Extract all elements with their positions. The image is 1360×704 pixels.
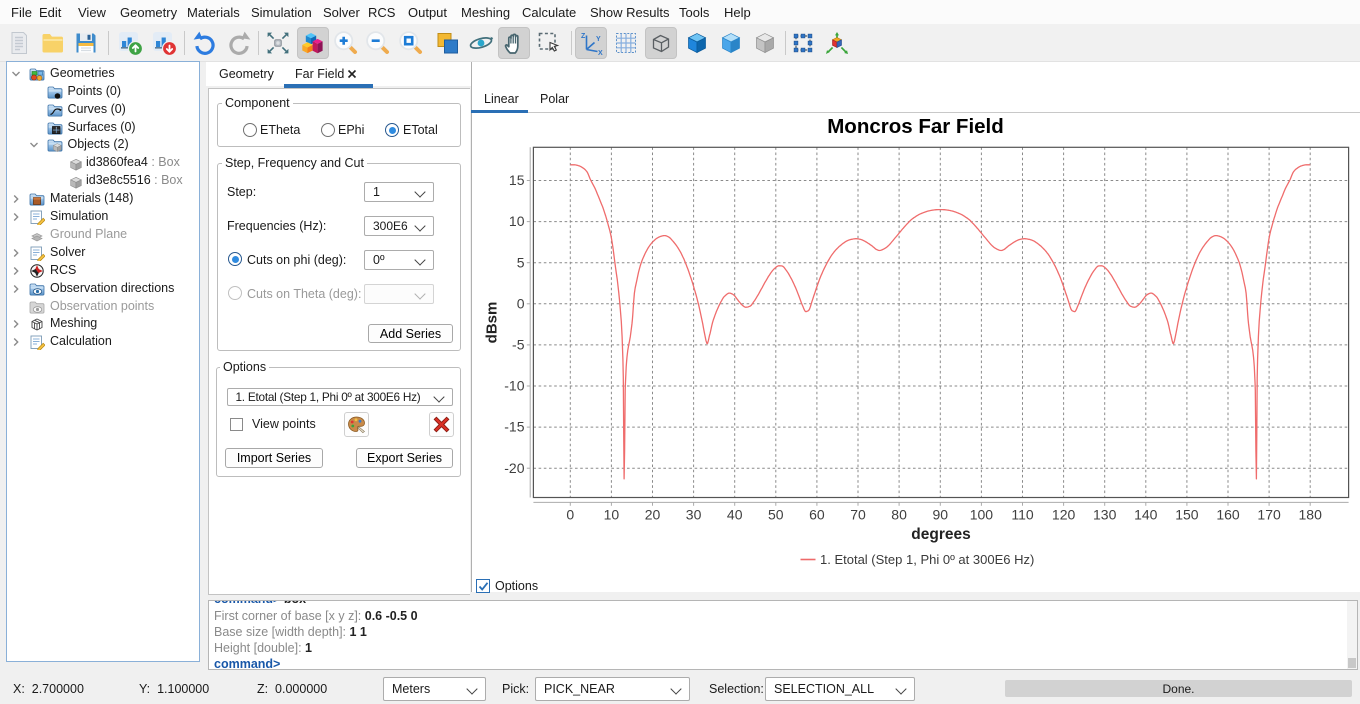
svg-text:40: 40 (727, 507, 743, 523)
svg-text:170: 170 (1257, 507, 1281, 523)
svg-text:Y: Y (596, 36, 601, 43)
svg-text:5: 5 (517, 254, 525, 270)
svg-text:-15: -15 (504, 419, 524, 435)
svg-text:130: 130 (1093, 507, 1117, 523)
svg-text:15: 15 (509, 172, 525, 188)
svg-text:30: 30 (686, 507, 702, 523)
svg-text:60: 60 (809, 507, 825, 523)
svg-text:10: 10 (604, 507, 620, 523)
svg-text:140: 140 (1134, 507, 1158, 523)
svg-text:0: 0 (566, 507, 574, 523)
svg-text:20: 20 (645, 507, 661, 523)
svg-text:50: 50 (768, 507, 784, 523)
svg-text:10: 10 (509, 213, 525, 229)
svg-text:150: 150 (1175, 507, 1199, 523)
svg-text:120: 120 (1052, 507, 1076, 523)
svg-text:-20: -20 (504, 460, 524, 476)
svg-text:Z: Z (581, 33, 586, 40)
svg-text:0: 0 (517, 295, 525, 311)
svg-text:degrees: degrees (911, 526, 970, 543)
svg-text:180: 180 (1299, 507, 1323, 523)
svg-text:160: 160 (1216, 507, 1240, 523)
svg-text:-10: -10 (504, 378, 524, 394)
svg-text:80: 80 (891, 507, 907, 523)
svg-text:100: 100 (970, 507, 994, 523)
svg-text:-5: -5 (512, 337, 525, 353)
svg-text:70: 70 (850, 507, 866, 523)
svg-text:dBsm: dBsm (484, 302, 501, 344)
svg-text:X: X (598, 50, 603, 56)
svg-text:90: 90 (933, 507, 949, 523)
svg-text:110: 110 (1011, 507, 1034, 523)
svg-text:Moncros Far Field: Moncros Far Field (827, 115, 1004, 138)
svg-text:1. Etotal (Step 1, Phi 0º at 3: 1. Etotal (Step 1, Phi 0º at 300E6 Hz) (820, 552, 1034, 567)
